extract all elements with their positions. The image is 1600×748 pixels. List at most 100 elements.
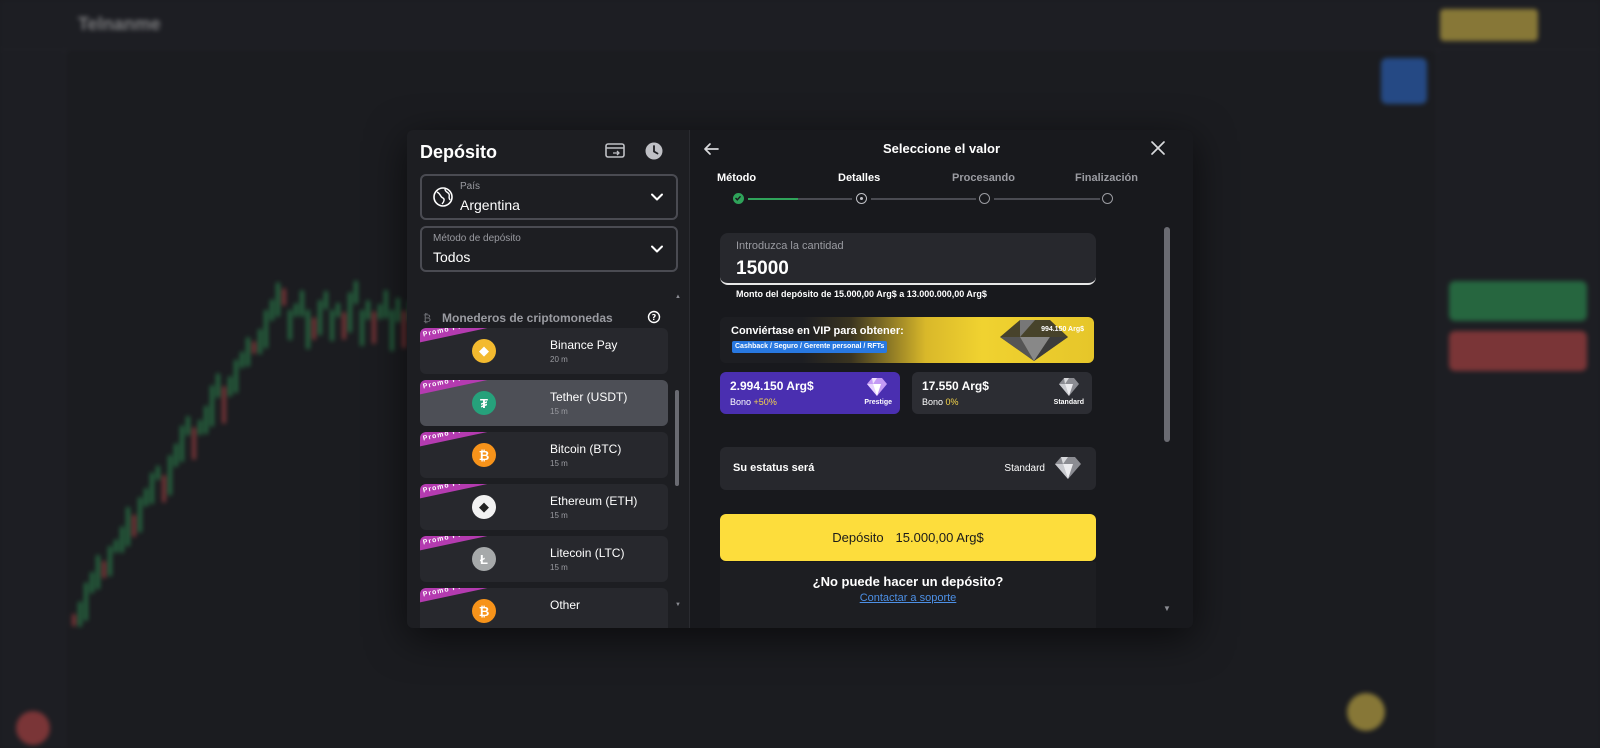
- other-coin-icon: ₿: [472, 599, 496, 623]
- candle: [78, 601, 82, 627]
- help-block: ¿No puede hacer un depósito? Contactar a…: [720, 562, 1096, 628]
- payment-method-name: Tether (USDT): [550, 390, 628, 404]
- candle: [330, 310, 334, 341]
- candle: [162, 475, 166, 503]
- candle: [138, 497, 142, 533]
- right-trade-panel: [1436, 50, 1600, 748]
- step-line: [994, 198, 1100, 200]
- candle: [222, 386, 226, 424]
- vip-title: Conviértase en VIP para obtener:: [731, 325, 904, 337]
- user-avatar: [16, 711, 50, 745]
- history-clock-icon[interactable]: [643, 140, 665, 162]
- deposit-title: Depósito: [420, 142, 498, 162]
- chevron-down-icon: [650, 242, 664, 261]
- panel-title: Seleccione el valor: [882, 141, 1001, 156]
- tier-amount: 2.994.150 Arg$: [730, 379, 814, 393]
- payment-method-item[interactable]: Promo Promo Promo Promo₿Other: [420, 588, 668, 628]
- tether-icon: ₮: [472, 391, 496, 415]
- tier-card-prestige[interactable]: 2.994.150 Arg$ Bono +50% Prestige: [720, 372, 900, 414]
- amount-value[interactable]: 15000: [736, 258, 789, 280]
- payment-method-time: 15 m: [550, 563, 568, 572]
- amount-input[interactable]: Introduzca la cantidad 15000: [720, 233, 1096, 285]
- method-label: Método de depósito: [433, 233, 521, 244]
- country-select[interactable]: País Argentina: [420, 174, 678, 220]
- tier-name: Standard: [1053, 399, 1084, 406]
- scroll-down-arrow-icon[interactable]: ▼: [675, 602, 681, 608]
- candle: [186, 416, 190, 436]
- sell-button: [1449, 331, 1587, 371]
- step-pending-dot: [1102, 193, 1113, 204]
- panel-scrollbar[interactable]: [1164, 227, 1170, 442]
- select-value-panel: Seleccione el valor Método Detalles Proc…: [690, 130, 1193, 628]
- vip-diamond-graphic: [1000, 320, 1068, 361]
- candle: [108, 546, 112, 577]
- top-deposit-button: [1440, 9, 1538, 41]
- payment-method-name: Binance Pay: [550, 338, 618, 352]
- candle: [168, 455, 172, 496]
- litecoin-icon: Ł: [472, 547, 496, 571]
- deposit-modal: Depósito País Argentina Método de depósi…: [407, 130, 1193, 628]
- candle: [228, 376, 232, 397]
- help-icon[interactable]: ?: [647, 310, 661, 329]
- candle: [306, 310, 310, 349]
- buy-button: [1449, 281, 1587, 321]
- deposit-button-label: Depósito: [832, 530, 884, 545]
- payment-method-time: 15 m: [550, 459, 568, 468]
- candle: [354, 280, 358, 304]
- payment-method-item[interactable]: Promo Promo Promo Promo₿Bitcoin (BTC)15 …: [420, 432, 668, 478]
- candle: [276, 282, 280, 317]
- candle: [324, 291, 328, 310]
- candle: [294, 303, 298, 317]
- status-value: Standard: [1004, 463, 1045, 474]
- payment-method-item[interactable]: Promo Promo Promo Promo◆Binance Pay20 m: [420, 328, 668, 374]
- amount-range-hint: Monto del depósito de 15.000,00 Arg$ a 1…: [736, 289, 987, 299]
- close-icon[interactable]: [1150, 140, 1170, 160]
- vip-amount: 994.150 Arg$: [1041, 326, 1084, 333]
- candle: [318, 300, 322, 336]
- deposit-button[interactable]: Depósito 15.000,00 Arg$: [720, 514, 1096, 561]
- list-scrollbar[interactable]: [675, 390, 679, 486]
- globe-icon: [432, 186, 454, 213]
- candle: [174, 443, 178, 467]
- step-finalizacion: Finalización: [1075, 172, 1138, 184]
- ethereum-icon: ◆: [472, 495, 496, 519]
- candle: [72, 614, 76, 627]
- step-metodo: Método: [717, 172, 757, 184]
- deposit-method-select[interactable]: Método de depósito Todos: [420, 226, 678, 272]
- binance-icon: ◆: [472, 339, 496, 363]
- tier-card-standard[interactable]: 17.550 Arg$ Bono 0% Standard: [912, 372, 1092, 414]
- step-line: [871, 198, 976, 200]
- crypto-wallets-header: ₿ Monederos de criptomonedas ?: [420, 310, 678, 326]
- contact-support-link[interactable]: Contactar a soporte: [720, 592, 1096, 604]
- candle: [246, 337, 250, 367]
- scroll-down-arrow-icon[interactable]: ▼: [1163, 604, 1171, 613]
- scroll-up-arrow-icon[interactable]: ▲: [675, 294, 681, 300]
- candle: [192, 427, 196, 460]
- amount-label: Introduzca la cantidad: [736, 240, 844, 252]
- payment-method-item[interactable]: Promo Promo Promo Promo₮Tether (USDT)15 …: [420, 380, 668, 426]
- candle: [372, 311, 376, 344]
- candle: [348, 292, 352, 333]
- transfer-icon[interactable]: [604, 140, 626, 162]
- candle: [342, 312, 346, 340]
- payment-method-item[interactable]: Promo Promo Promo PromoŁLitecoin (LTC)15…: [420, 536, 668, 582]
- candle: [258, 329, 262, 355]
- candle: [120, 526, 124, 553]
- payment-method-name: Other: [550, 598, 581, 612]
- help-title: ¿No puede hacer un depósito?: [812, 574, 1004, 589]
- tier-name: Prestige: [864, 399, 892, 406]
- candle: [96, 555, 100, 590]
- candle: [264, 310, 268, 349]
- payment-method-name: Ethereum (ETH): [550, 494, 638, 508]
- candle: [252, 341, 256, 354]
- candles: [72, 280, 430, 627]
- country-label: País: [460, 181, 481, 192]
- payment-method-item[interactable]: Promo Promo Promo Promo◆Ethereum (ETH)15…: [420, 484, 668, 530]
- vip-banner[interactable]: Conviértase en VIP para obtener: Cashbac…: [720, 317, 1094, 363]
- tier-amount: 17.550 Arg$: [922, 379, 989, 393]
- candle: [390, 310, 394, 351]
- payment-method-name: Litecoin (LTC): [550, 546, 625, 560]
- candle: [312, 317, 316, 340]
- tier-bonus: Bono +50%: [730, 397, 777, 407]
- candle: [270, 299, 274, 321]
